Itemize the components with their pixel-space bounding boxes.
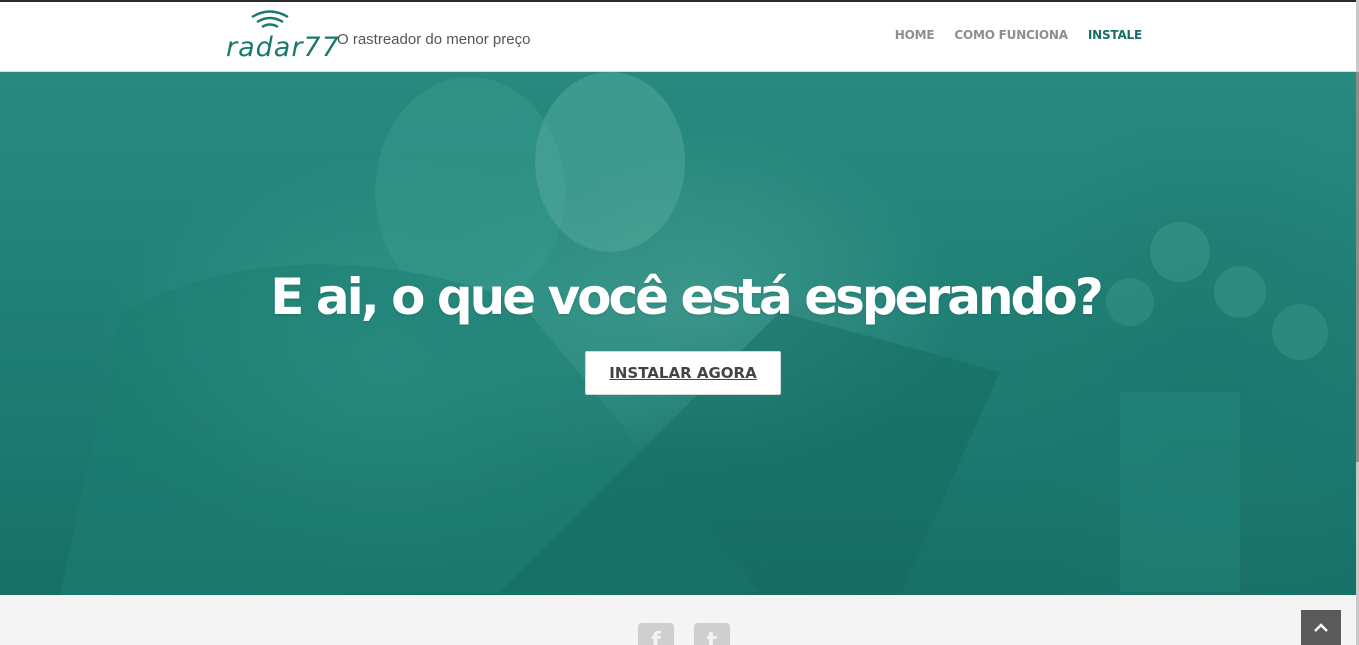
- nav-home[interactable]: HOME: [895, 28, 935, 42]
- main-nav: HOME COMO FUNCIONA INSTALE: [895, 28, 1142, 42]
- page: radar77 O rastreador do menor preço HOME…: [0, 0, 1359, 645]
- chevron-up-icon: [1314, 622, 1328, 632]
- social-links: f t: [638, 623, 730, 645]
- logo[interactable]: radar77: [226, 8, 339, 70]
- hero-title: E ai, o que você está esperando?: [270, 268, 1103, 326]
- facebook-icon[interactable]: f: [638, 623, 674, 645]
- nav-instale[interactable]: INSTALE: [1088, 28, 1142, 42]
- nav-como-funciona[interactable]: COMO FUNCIONA: [954, 28, 1068, 42]
- site-header: radar77 O rastreador do menor preço HOME…: [0, 2, 1356, 72]
- scroll-to-top-button[interactable]: [1301, 610, 1341, 645]
- twitter-icon[interactable]: t: [694, 623, 730, 645]
- tagline: O rastreador do menor preço: [337, 31, 531, 48]
- site-footer: f t: [0, 595, 1356, 645]
- hero-banner: E ai, o que você está esperando? INSTALA…: [0, 72, 1356, 595]
- logo-wordmark: radar77: [226, 32, 340, 63]
- hero-background-photo: [0, 72, 1356, 595]
- signal-waves-icon: [251, 10, 289, 29]
- install-now-button[interactable]: INSTALAR AGORA: [585, 351, 781, 395]
